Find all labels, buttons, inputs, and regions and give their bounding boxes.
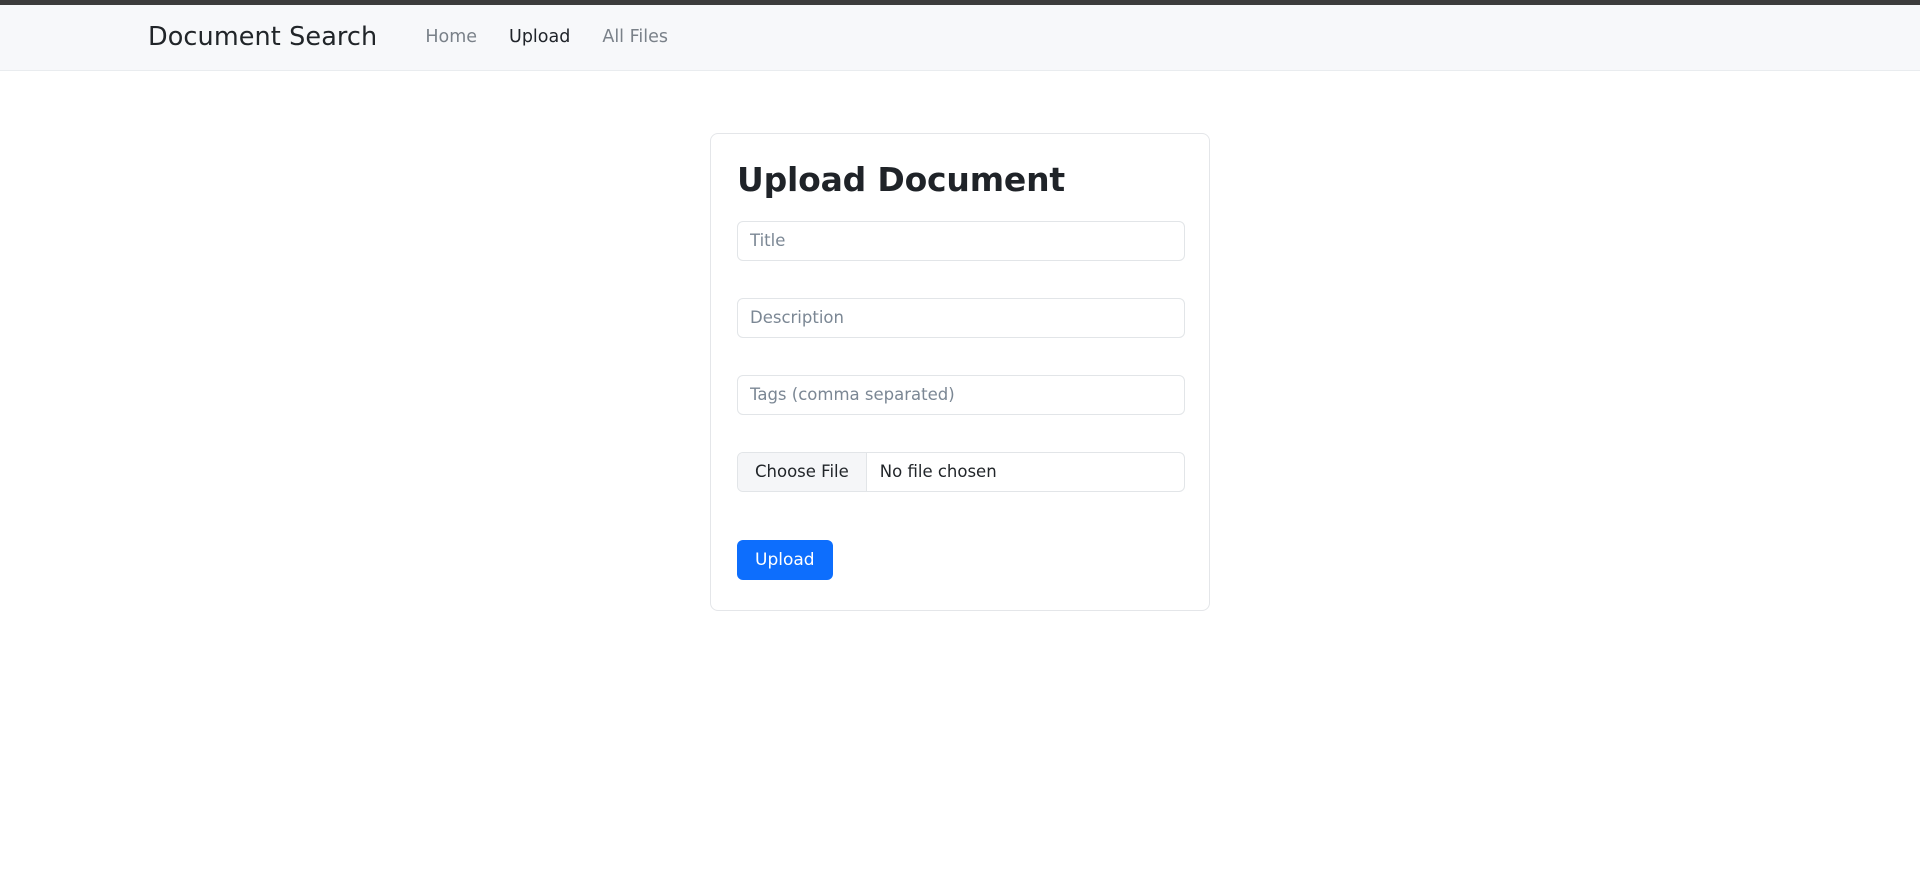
navbar-brand[interactable]: Document Search (148, 24, 377, 51)
nav-link-upload[interactable]: Upload (493, 28, 586, 47)
file-name-label: No file chosen (879, 462, 997, 482)
choose-file-button[interactable]: Choose File (738, 452, 867, 491)
nav-link-all-files[interactable]: All Files (586, 28, 684, 47)
file-input[interactable]: Choose File No file chosen (737, 451, 1185, 492)
nav-link-home[interactable]: Home (409, 28, 493, 47)
navbar: Document Search Home Upload All Files (0, 5, 1920, 71)
upload-button[interactable]: Upload (737, 539, 833, 581)
tags-input[interactable] (737, 374, 1185, 415)
page-body: Upload Document Choose File No file chos… (0, 71, 1920, 885)
upload-document-card: Upload Document Choose File No file chos… (710, 133, 1210, 612)
description-input[interactable] (737, 297, 1185, 338)
navbar-links: Home Upload All Files (409, 28, 684, 47)
page-title: Upload Document (737, 160, 1065, 199)
title-input[interactable] (737, 220, 1185, 261)
